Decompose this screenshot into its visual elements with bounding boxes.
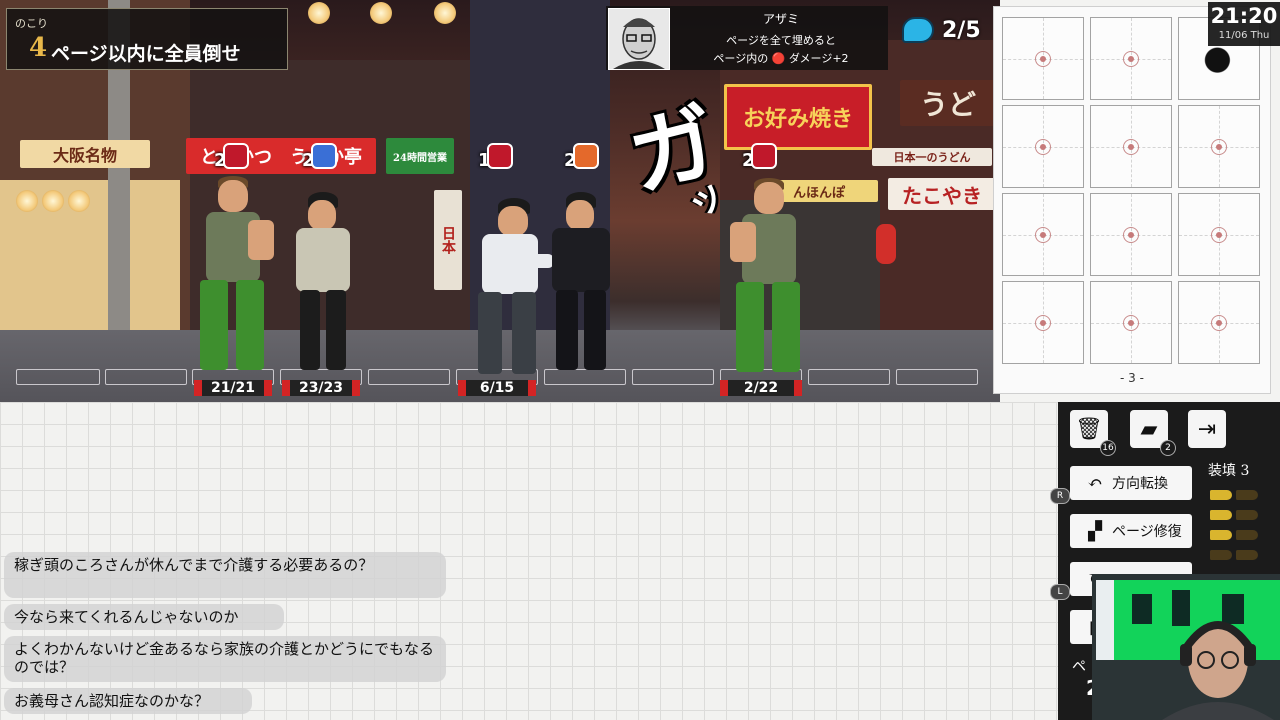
lantern xyxy=(370,2,392,24)
ground-slot[interactable] xyxy=(896,369,978,385)
ammo-shell-loaded xyxy=(1210,530,1232,540)
page-cell[interactable] xyxy=(1090,17,1172,100)
udon-subsign: 日本一のうどん xyxy=(872,148,992,166)
boss-name: アザミ xyxy=(762,12,799,26)
ammo-shell-loaded xyxy=(1210,490,1232,500)
ammo-label: 装填 3 xyxy=(1208,463,1250,479)
chat-message: 今なら来てくれるんじゃないのか xyxy=(4,604,284,630)
lantern xyxy=(68,190,90,212)
page-number: - 3 - xyxy=(1120,371,1144,385)
ground-slot[interactable] xyxy=(105,369,187,385)
ammo-shell-empty xyxy=(1236,490,1258,500)
trash-icon: 🗑 xyxy=(1075,416,1103,442)
key-hint-r: R xyxy=(1050,488,1070,504)
lantern xyxy=(16,190,38,212)
side-label: ペ xyxy=(1072,659,1086,675)
enemy-hooded[interactable] xyxy=(288,190,358,380)
ground-slot[interactable] xyxy=(808,369,890,385)
exit-button[interactable]: ⇥ xyxy=(1188,410,1226,448)
ammo-shell-empty xyxy=(1236,530,1258,540)
hp-bar-hooded: 23/23 xyxy=(282,380,360,396)
hp-bar-thug-right: 2/22 xyxy=(720,380,802,396)
osaka-sign: 大阪名物 xyxy=(20,140,150,168)
fist-icon xyxy=(486,142,513,169)
deck-count: 2 xyxy=(1160,440,1176,456)
page-cell[interactable] xyxy=(1178,193,1260,276)
gun-icon xyxy=(310,142,337,169)
clock-overlay: 21:20 11/06 Thu xyxy=(1208,2,1280,46)
chat-message: よくわかんないけど金あるなら家族の介護とかどうにでもなるのでは？ xyxy=(4,636,446,682)
page-cell[interactable] xyxy=(1178,105,1260,188)
ammo-shell-empty xyxy=(1236,510,1258,520)
ammo-shell-empty xyxy=(1210,550,1232,560)
comic-page-panel: - 3 - xyxy=(993,6,1271,394)
fist-icon xyxy=(222,142,249,169)
page-cell[interactable] xyxy=(1002,193,1084,276)
enemy-suit[interactable] xyxy=(546,190,616,380)
hp-bar-player: 6/15 xyxy=(458,380,536,396)
boss-ability-line2: ページ内の 🔴 ダメージ+2 xyxy=(713,52,849,65)
boss-info: アザミ ページを全て埋めると ページ内の 🔴 ダメージ+2 xyxy=(606,6,888,70)
turn-around-button[interactable]: ↶ 方向転換 xyxy=(1070,466,1192,500)
hp-bar-thug-left: 21/21 xyxy=(194,380,272,396)
chat-message: 稼ぎ頭のころさんが休んでまで介護する必要あるの？ xyxy=(4,552,446,598)
exit-door-icon: ⇥ xyxy=(1197,416,1217,442)
repair-icon: ▞ xyxy=(1088,520,1102,542)
red-lantern xyxy=(876,224,896,264)
clock-date: 11/06 Thu xyxy=(1218,30,1270,41)
boss-ability-line1: ページを全て埋めると xyxy=(726,34,836,47)
punch-icon xyxy=(572,142,599,169)
lantern xyxy=(434,2,456,24)
takoyaki-sign: たこやき xyxy=(888,178,996,210)
lantern xyxy=(308,2,330,24)
page-cell[interactable] xyxy=(1090,105,1172,188)
page-repair-button[interactable]: ▞ ページ修復 xyxy=(1070,514,1192,548)
ammo-shell-loaded xyxy=(1210,510,1232,520)
player-fighter[interactable] xyxy=(468,196,554,380)
open24-sign: 24時間営業 xyxy=(386,138,454,174)
discard-pile-button[interactable]: 🗑 16 xyxy=(1070,410,1116,456)
webcam-overlay xyxy=(1092,574,1280,720)
turn-around-label: 方向転換 xyxy=(1112,476,1168,492)
page-cell[interactable] xyxy=(1090,193,1172,276)
intent-thug-left: 2 xyxy=(214,142,249,171)
page-repair-label: ページ修復 xyxy=(1112,524,1182,540)
intent-thug-right: 2 xyxy=(742,142,777,171)
discard-count: 16 xyxy=(1100,440,1116,456)
intent-player: 1 xyxy=(478,142,513,171)
energy-counter: 2/5 xyxy=(902,14,981,46)
page-cell[interactable] xyxy=(1002,281,1084,364)
okonomiyaki-sign: お好み焼き xyxy=(724,84,872,150)
enemy-thug-right[interactable] xyxy=(724,172,814,380)
page-cell[interactable] xyxy=(1178,281,1260,364)
energy-value: 2/5 xyxy=(942,17,981,43)
deck-button[interactable]: ▰ 2 xyxy=(1130,410,1176,456)
lantern xyxy=(42,190,64,212)
game-scene: 大阪名物 とんかつ うまか亭 24時間営業 日本 お好み焼き うど 日本一のうど… xyxy=(0,0,1000,402)
objective-banner: のこり 4 ページ以内に全員倒せ xyxy=(6,8,288,70)
page-cell[interactable] xyxy=(1002,17,1084,100)
ground-slot[interactable] xyxy=(368,369,450,385)
ammo-shell-empty xyxy=(1236,550,1258,560)
intent-suit: 2 xyxy=(564,142,599,171)
objective-text: ページ以内に全員倒せ xyxy=(51,43,241,65)
chat-message: お義母さん認知症なのかな？ xyxy=(4,688,252,714)
nihon-sign: 日本 xyxy=(434,190,462,290)
key-hint-l: L xyxy=(1050,584,1070,600)
ground-slot[interactable] xyxy=(632,369,714,385)
intent-hooded: 2 xyxy=(302,142,337,171)
fist-icon xyxy=(750,142,777,169)
turn-arrow-icon: ↶ xyxy=(1087,472,1103,494)
page-cell[interactable] xyxy=(1002,105,1084,188)
boss-portrait xyxy=(608,8,670,70)
udon-sign: うど xyxy=(900,80,996,126)
energy-icon xyxy=(902,17,934,43)
page-cell[interactable] xyxy=(1090,281,1172,364)
enemy-thug-left[interactable] xyxy=(188,170,278,380)
book-icon: ▰ xyxy=(1140,416,1158,442)
objective-label: のこり xyxy=(15,17,48,30)
clock-time: 21:20 xyxy=(1210,4,1278,28)
objective-count: 4 xyxy=(29,33,48,63)
ground-slot[interactable] xyxy=(16,369,100,385)
